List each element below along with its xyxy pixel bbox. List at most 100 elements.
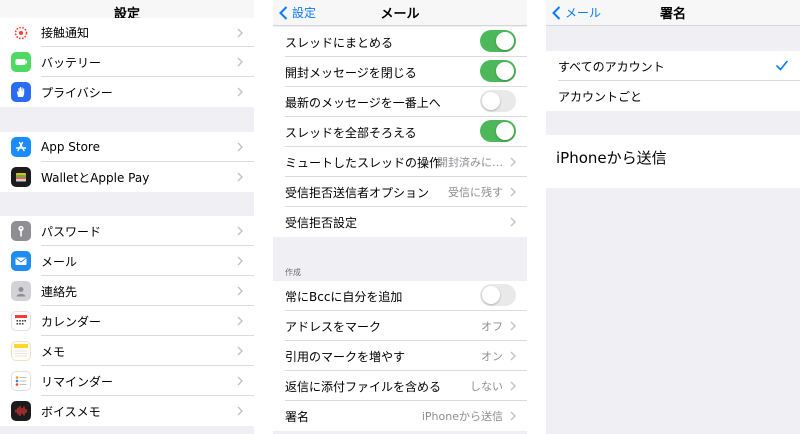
- toggle-knob: [482, 92, 500, 110]
- settings-item-app-store[interactable]: App Store: [0, 132, 254, 162]
- most-recent-on-top-toggle[interactable]: [480, 90, 516, 112]
- row-label: 最新のメッセージを一番上へ: [285, 95, 441, 110]
- settings-item-contacts[interactable]: 連絡先: [0, 276, 254, 306]
- settings-item-wallet[interactable]: WalletとApple Pay: [0, 162, 254, 192]
- chevron-right-icon: [237, 376, 243, 386]
- back-button[interactable]: メール: [552, 4, 601, 21]
- row-label: ミュートしたスレッドの操作: [285, 155, 442, 170]
- chevron-right-icon: [510, 411, 516, 421]
- settings-item-label: リマインダー: [41, 374, 114, 389]
- envelope-icon: [11, 251, 31, 271]
- row-value: 開封済みに…: [437, 156, 503, 169]
- mail-title: メール: [380, 7, 420, 22]
- row-value: オフ: [481, 320, 503, 333]
- exposure-notification-icon: [11, 22, 31, 43]
- row-label: 常にBccに自分を追加: [285, 289, 403, 304]
- wallet-icon: [11, 167, 31, 187]
- settings-item-label: 連絡先: [41, 284, 78, 299]
- settings-item-passwords[interactable]: パスワード: [0, 216, 254, 246]
- settings-item-label: メモ: [41, 344, 66, 359]
- mail-row-increase-quote-level[interactable]: 引用のマークを増やす オン: [273, 341, 527, 371]
- mail-row-organize-by-thread: スレッドにまとめる: [273, 27, 527, 57]
- signature-navbar: メール 署名: [546, 0, 800, 26]
- mail-navbar: 設定 メール: [273, 0, 527, 26]
- chevron-right-icon: [237, 406, 243, 416]
- signature-option-all-accounts[interactable]: すべてのアカウント: [546, 51, 800, 81]
- toggle-knob: [496, 32, 514, 50]
- signature-title: 署名: [659, 7, 686, 22]
- row-value: iPhoneから送信: [421, 410, 503, 423]
- signature-pane: メール 署名 すべてのアカウント アカウントごと iPhoneから送信: [546, 0, 800, 434]
- chevron-right-icon: [237, 142, 243, 152]
- signature-text-field[interactable]: iPhoneから送信: [546, 135, 800, 188]
- signature-option-per-account[interactable]: アカウントごと: [546, 81, 800, 111]
- back-label: メール: [565, 6, 602, 20]
- chevron-right-icon: [237, 256, 243, 266]
- chevron-left-icon: [552, 5, 561, 20]
- settings-item-calendar[interactable]: カレンダー: [0, 306, 254, 336]
- hand-icon: [11, 82, 31, 102]
- option-label: すべてのアカウント: [558, 59, 665, 74]
- row-label: アドレスをマーク: [285, 319, 382, 334]
- row-label: スレッドを全部そろえる: [285, 125, 417, 140]
- row-label: スレッドにまとめる: [285, 35, 394, 50]
- row-label: 署名: [285, 409, 310, 424]
- contacts-icon: [11, 281, 31, 301]
- settings-item-notes[interactable]: メモ: [0, 336, 254, 366]
- settings-item-voice-memos[interactable]: ボイスメモ: [0, 396, 254, 426]
- notes-icon: [11, 341, 31, 361]
- row-label: 受信拒否設定: [285, 215, 358, 230]
- calendar-icon: [11, 311, 31, 331]
- row-label: 受信拒否送信者オプション: [285, 185, 430, 200]
- key-icon: [11, 221, 31, 241]
- chevron-right-icon: [510, 351, 516, 361]
- mail-row-muted-thread-action[interactable]: ミュートしたスレッドの操作 開封済みに…: [273, 147, 527, 177]
- toggle-knob: [496, 62, 514, 80]
- row-label: 引用のマークを増やす: [285, 349, 406, 364]
- organize-by-thread-toggle[interactable]: [480, 30, 516, 52]
- always-bcc-toggle[interactable]: [480, 284, 516, 306]
- chevron-right-icon: [237, 316, 243, 326]
- toggle-knob: [496, 122, 514, 140]
- chevron-right-icon: [237, 172, 243, 182]
- mail-row-blocked[interactable]: 受信拒否設定: [273, 207, 527, 237]
- chevron-right-icon: [237, 226, 243, 236]
- chevron-right-icon: [510, 187, 516, 197]
- section-header-compose: 作成: [285, 268, 301, 277]
- collapse-read-toggle[interactable]: [480, 60, 516, 82]
- chevron-right-icon: [510, 381, 516, 391]
- settings-item-reminders[interactable]: リマインダー: [0, 366, 254, 396]
- settings-item-battery[interactable]: バッテリー: [0, 47, 254, 77]
- settings-item-label: WalletとApple Pay: [41, 170, 150, 185]
- settings-item-mail[interactable]: メール: [0, 246, 254, 276]
- settings-item-privacy[interactable]: プライバシー: [0, 77, 254, 107]
- settings-item-label: バッテリー: [41, 55, 102, 70]
- settings-item-label: パスワード: [41, 224, 102, 239]
- complete-threads-toggle[interactable]: [480, 120, 516, 142]
- mail-row-include-attachments[interactable]: 返信に添付ファイルを含める しない: [273, 371, 527, 401]
- row-value: しない: [470, 380, 503, 393]
- settings-item-label: ボイスメモ: [41, 404, 101, 419]
- settings-item-exposure-notification[interactable]: 接触通知: [0, 18, 254, 47]
- chevron-right-icon: [237, 28, 243, 38]
- option-label: アカウントごと: [558, 89, 643, 104]
- signature-text: iPhoneから送信: [556, 149, 667, 167]
- settings-item-label: メール: [41, 254, 78, 269]
- chevron-right-icon: [237, 286, 243, 296]
- settings-item-label: 接触通知: [41, 26, 90, 40]
- back-button[interactable]: 設定: [279, 4, 316, 21]
- chevron-right-icon: [510, 321, 516, 331]
- row-label: 返信に添付ファイルを含める: [285, 379, 442, 394]
- settings-pane: 設定 接触通知 バッテリー プライバシー App Store WalletとAp…: [0, 0, 254, 434]
- mail-row-collapse-read: 開封メッセージを閉じる: [273, 57, 527, 87]
- toggle-knob: [482, 286, 500, 304]
- app-store-icon: [11, 137, 31, 157]
- back-label: 設定: [292, 6, 317, 20]
- mail-row-mark-addresses[interactable]: アドレスをマーク オフ: [273, 311, 527, 341]
- settings-item-label: カレンダー: [41, 314, 102, 329]
- mail-row-blocked-sender-options[interactable]: 受信拒否送信者オプション 受信に残す: [273, 177, 527, 207]
- mail-row-signature[interactable]: 署名 iPhoneから送信: [273, 401, 527, 431]
- waveform-icon: [11, 401, 31, 421]
- mail-row-most-recent-on-top: 最新のメッセージを一番上へ: [273, 87, 527, 117]
- settings-item-label: プライバシー: [41, 85, 113, 100]
